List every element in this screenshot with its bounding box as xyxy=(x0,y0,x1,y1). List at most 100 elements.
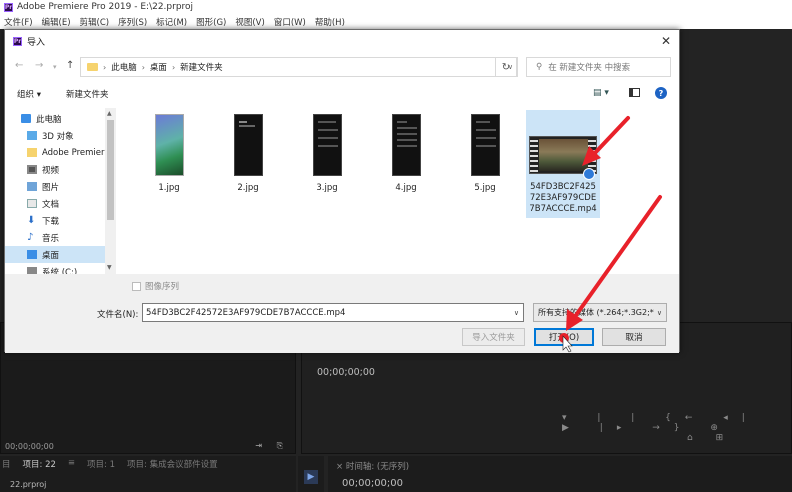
chevron-down-icon[interactable]: ∨ xyxy=(657,309,662,317)
nav-item-this-pc[interactable]: 此电脑 xyxy=(5,110,105,127)
file-name: 54FD3BC2F425 72E3AF979CDE 7B7ACCCE.mp4 xyxy=(529,182,597,214)
scroll-up-icon[interactable]: ▲ xyxy=(107,110,112,117)
new-folder-button[interactable]: 新建文件夹 xyxy=(66,88,109,100)
nav-item-videos[interactable]: 视频 xyxy=(5,161,105,178)
help-icon[interactable]: ? xyxy=(655,87,667,99)
dialog-title: 导入 xyxy=(27,37,46,48)
transport-controls[interactable]: ▾ | | {← ◂| ▶ |▸ →} ⊕ xyxy=(562,413,791,433)
nav-item-desktop[interactable]: 桌面 xyxy=(5,246,105,263)
file-type-select[interactable]: 所有支持的媒体 (*.264;*.3G2;* ∨ xyxy=(533,303,667,322)
file-item-5-jpg[interactable]: 5.jpg xyxy=(449,110,521,218)
filename-input[interactable]: 54FD3BC2F42572E3AF979CDE7B7ACCCE.mp4 ∨ xyxy=(142,303,524,322)
tool-strip: ▶ xyxy=(298,456,324,492)
image-sequence-checkbox[interactable] xyxy=(132,281,141,291)
cancel-button[interactable]: 取消 xyxy=(602,328,666,346)
file-item-4-jpg[interactable]: 4.jpg xyxy=(370,110,442,218)
scroll-down-icon[interactable]: ▼ xyxy=(107,264,112,271)
refresh-button[interactable]: ↻ xyxy=(495,57,517,77)
extra-controls[interactable]: ⌂ ⊞ xyxy=(687,433,733,443)
menu-help[interactable]: 帮助(H) xyxy=(315,16,345,28)
nav-item-3d-objects[interactable]: 3D 对象 xyxy=(5,127,105,144)
premiere-logo-icon: Pr xyxy=(4,2,13,12)
music-icon: ♪ xyxy=(27,232,34,243)
drive-icon xyxy=(27,267,37,274)
image-thumbnail xyxy=(471,114,500,176)
nav-item-label: 此电脑 xyxy=(36,114,62,125)
app-titlebar: Pr Adobe Premiere Pro 2019 - E:\22.prpro… xyxy=(0,0,792,14)
tab-project-1[interactable]: 项目: 1 xyxy=(87,458,115,470)
nav-item-downloads[interactable]: ⬇ 下载 xyxy=(5,212,105,229)
breadcrumb-this-pc[interactable]: 此电脑 xyxy=(111,61,137,73)
search-input[interactable]: ⚲ 在 新建文件夹 中搜索 xyxy=(526,57,671,77)
timeline-timecode[interactable]: 00;00;00;00 xyxy=(342,478,403,489)
nav-item-pictures[interactable]: 图片 xyxy=(5,178,105,195)
menu-window[interactable]: 窗口(W) xyxy=(274,16,306,28)
dialog-bottom: 文件名(N): 54FD3BC2F42572E3AF979CDE7B7ACCCE… xyxy=(5,274,679,353)
menu-graphics[interactable]: 图形(G) xyxy=(196,16,226,28)
chevron-down-icon[interactable]: ∨ xyxy=(514,309,519,317)
edge-badge-icon xyxy=(583,168,595,180)
source-export-icon[interactable]: ⇥ ⎘ xyxy=(255,441,289,451)
nav-item-label: 图片 xyxy=(42,182,60,193)
image-sequence-option[interactable]: 图像序列 xyxy=(132,280,179,292)
address-bar[interactable]: › 此电脑 › 桌面 › 新建文件夹 ∨ xyxy=(80,57,518,77)
navigation-pane: 此电脑 3D 对象 Adobe Premier 视频 图片 文档 ⬇ 下载 ♪ … xyxy=(5,108,117,274)
image-thumbnail xyxy=(234,114,263,176)
document-icon xyxy=(27,199,37,208)
breadcrumb-new-folder[interactable]: 新建文件夹 xyxy=(180,61,223,73)
filename-value: 54FD3BC2F42572E3AF979CDE7B7ACCCE.mp4 xyxy=(146,307,346,318)
tab-media[interactable]: 目 xyxy=(2,458,11,470)
nav-item-label: 3D 对象 xyxy=(42,131,74,142)
image-thumbnail xyxy=(155,114,184,176)
video-icon xyxy=(27,165,37,174)
up-arrow-icon[interactable]: ↑ xyxy=(66,60,74,71)
project-file-name[interactable]: 22.prproj xyxy=(10,480,46,489)
file-item-1-jpg[interactable]: 1.jpg xyxy=(133,110,205,218)
preview-pane-icon[interactable] xyxy=(629,88,640,97)
open-button[interactable]: 打开(O) xyxy=(534,328,594,346)
file-name: 3.jpg xyxy=(316,183,338,193)
file-item-2-jpg[interactable]: 2.jpg xyxy=(212,110,284,218)
dialog-titlebar: Pr 导入 xyxy=(5,30,679,52)
timeline-panel: × 时间轴: (无序列) 00;00;00;00 xyxy=(328,456,792,492)
organize-button[interactable]: 组织 ▾ xyxy=(17,88,41,100)
nav-item-system-c[interactable]: 系统 (C:) xyxy=(5,263,105,274)
premiere-logo-icon: Pr xyxy=(13,36,22,46)
image-thumbnail xyxy=(392,114,421,176)
import-folder-button[interactable]: 导入文件夹 xyxy=(462,328,525,346)
selection-tool-icon[interactable]: ▶ xyxy=(304,470,318,484)
forward-arrow-icon[interactable]: → xyxy=(35,60,43,71)
back-arrow-icon[interactable]: ← xyxy=(15,60,23,71)
timeline-tab[interactable]: × 时间轴: (无序列) xyxy=(336,460,409,472)
menu-sequence[interactable]: 序列(S) xyxy=(118,16,147,28)
tab-project-3[interactable]: 项目: 集成会议部件设置 xyxy=(127,458,218,470)
panel-menu-icon[interactable]: ≡ xyxy=(68,458,75,470)
view-options-icon[interactable]: ▤ ▾ xyxy=(593,88,609,98)
file-name: 5.jpg xyxy=(474,183,496,193)
file-name: 2.jpg xyxy=(237,183,259,193)
nav-scrollbar[interactable]: ▲ ▼ xyxy=(105,108,116,274)
menu-edit[interactable]: 编辑(E) xyxy=(42,16,71,28)
folder-icon xyxy=(87,63,98,71)
breadcrumb-desktop[interactable]: 桌面 xyxy=(150,61,167,73)
program-timecode[interactable]: 00;00;00;00 xyxy=(317,367,375,378)
menu-view[interactable]: 视图(V) xyxy=(235,16,264,28)
nav-item-music[interactable]: ♪ 音乐 xyxy=(5,229,105,246)
menu-file[interactable]: 文件(F) xyxy=(4,16,33,28)
menu-markers[interactable]: 标记(M) xyxy=(156,16,187,28)
recent-dropdown-icon[interactable]: ▾ xyxy=(53,63,57,71)
file-item-3-jpg[interactable]: 3.jpg xyxy=(291,110,363,218)
file-item-mp4[interactable]: 54FD3BC2F425 72E3AF979CDE 7B7ACCCE.mp4 xyxy=(526,110,600,218)
scrollbar-thumb[interactable] xyxy=(107,120,114,220)
computer-icon xyxy=(21,114,31,123)
menu-clip[interactable]: 剪辑(C) xyxy=(80,16,110,28)
nav-item-adobe-premiere[interactable]: Adobe Premier xyxy=(5,144,105,161)
nav-item-documents[interactable]: 文档 xyxy=(5,195,105,212)
filename-label: 文件名(N): xyxy=(97,310,139,320)
file-name: 1.jpg xyxy=(158,183,180,193)
tab-project-22[interactable]: 项目: 22 xyxy=(23,458,56,470)
search-placeholder: 在 新建文件夹 中搜索 xyxy=(548,63,631,73)
download-icon: ⬇ xyxy=(27,215,36,226)
close-icon[interactable]: ✕ xyxy=(661,34,671,48)
file-name: 4.jpg xyxy=(395,183,417,193)
